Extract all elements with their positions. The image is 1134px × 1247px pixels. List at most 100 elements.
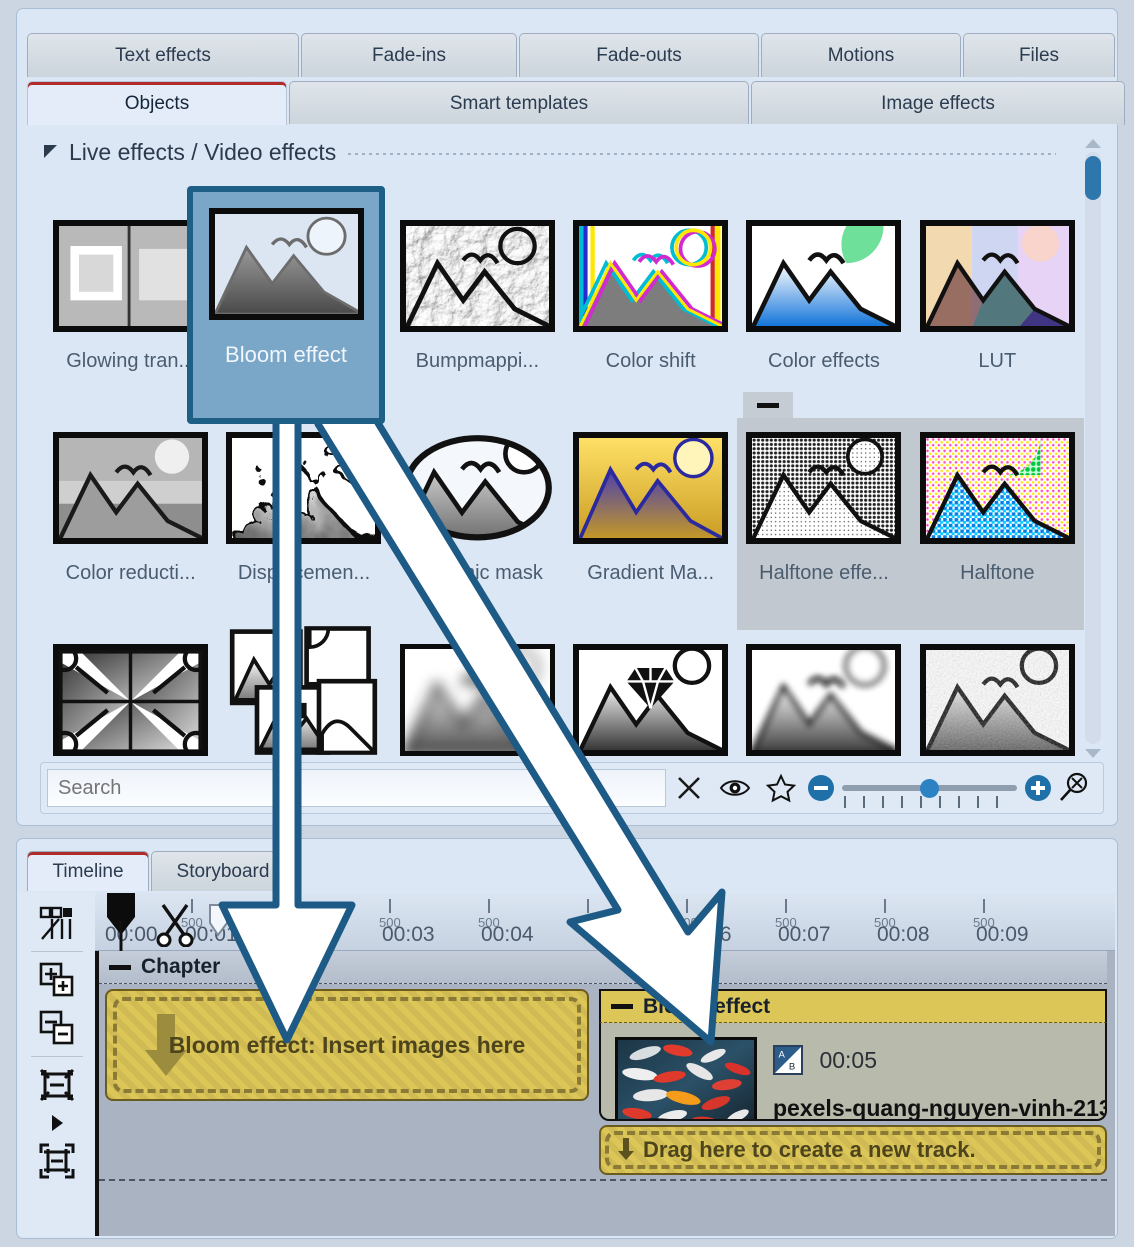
tab-fade-ins[interactable]: Fade-ins [301,33,517,77]
effect-item-lut[interactable]: LUT [911,206,1084,418]
effect-item-gradient-map[interactable]: Gradient Ma... [564,418,737,630]
collapse-triangle-icon[interactable] [44,144,57,158]
timeline-clip[interactable]: A B 00:05 pexels-quang-nguyen-vinh-213 [599,1023,1107,1121]
effect-item-dynamic-mask[interactable]: Dynamic mask [391,418,564,630]
halftone-effect-thumb-icon [746,432,902,544]
tab-objects[interactable]: Objects [27,81,287,125]
scissors-icon[interactable] [153,899,197,947]
timeline-tab-row: Timeline Storyboard [27,851,295,891]
effect-label: Halftone effe... [759,562,889,584]
effect-thumb-wrap [746,418,902,558]
remove-track-icon[interactable] [32,1004,82,1052]
search-input[interactable] [47,769,666,807]
fit-all-icon[interactable] [32,1137,82,1185]
blur-thumb-icon [399,644,555,756]
effect-item-halftone-effect[interactable]: Halftone effe... [737,392,911,630]
effect-label: Color reducti... [65,562,196,584]
fit-height-icon[interactable] [32,1061,82,1109]
timeline-side-toolbar [19,893,95,1236]
zoom-slider[interactable] [842,775,1017,808]
tab-text-effects[interactable]: Text effects [27,33,299,77]
clip-filename: pexels-quang-nguyen-vinh-213 [773,1095,1107,1121]
effect-label: Color effects [768,350,880,372]
eye-icon[interactable] [712,766,758,810]
lut-thumb-icon [919,220,1075,332]
tab-storyboard[interactable]: Storyboard [151,851,295,891]
tab-image-effects[interactable]: Image effects [751,81,1125,125]
effect-thumb-wrap [919,630,1075,770]
color-effects-thumb-icon [746,220,902,332]
ruler-time-label: 00:09 [976,923,1029,946]
soft-glow-thumb-icon [746,644,902,756]
playhead-icon[interactable] [101,893,145,951]
scrollbar-track[interactable] [1085,152,1101,744]
trim-icon[interactable] [205,903,255,943]
dropzone-text: Drag here to create a new track. [643,1137,976,1162]
effect-thumb-wrap [399,206,555,346]
tab-label: Image effects [881,92,995,114]
effect-thumb-wrap [573,630,729,770]
plus-circle-icon[interactable] [1025,775,1051,801]
tab-files[interactable]: Files [963,33,1115,77]
expand-arrow-icon[interactable] [32,1109,82,1137]
timeline-main: 500 500 500 500 500 500 500 500 500 00:0… [95,893,1115,1236]
magnifier-reset-icon[interactable] [1051,766,1097,810]
collapse-minus-icon[interactable] [109,964,131,970]
clear-search-icon[interactable] [666,766,712,810]
dropzone-label: Bloom effect: Insert images here [168,1031,526,1058]
collapse-minus-icon[interactable] [743,392,794,418]
svg-text:A: A [778,1049,785,1060]
scrollbar-thumb[interactable] [1085,156,1101,200]
collapse-minus-icon[interactable] [611,1004,633,1009]
ruler-time-label: 00:04 [481,923,534,946]
chapter-label: Chapter [141,955,221,978]
dropzone-new-track[interactable]: Drag here to create a new track. [599,1125,1107,1175]
displacement-thumb-icon [226,432,382,544]
halftone-thumb-icon [919,432,1075,544]
effect-label: Dynamic mask [411,562,543,584]
ruler-subtick-label: 500 [577,915,599,930]
clip-duration: 00:05 [819,1046,878,1073]
effect-thumb-wrap [399,630,555,770]
ruler-time-label: 00:03 [382,923,435,946]
section-title: Live effects / Video effects [69,138,337,165]
ruler-time-label: 00:07 [778,923,831,946]
tab-smart-templates[interactable]: Smart templates [289,81,749,125]
effect-thumb-wrap [919,418,1075,558]
tab-fade-outs[interactable]: Fade-outs [519,33,759,77]
noise-thumb-icon [919,644,1075,756]
mode-toggle-icon[interactable] [32,899,82,947]
effect-item-halftone[interactable]: Halftone [910,418,1084,630]
effects-scrollbar[interactable] [1082,136,1104,760]
toolbar-divider [31,951,83,952]
scroll-down-arrow-icon[interactable] [1082,746,1104,760]
star-icon[interactable] [758,766,804,810]
scroll-up-arrow-icon[interactable] [1082,136,1104,150]
effect-item-color-effects[interactable]: Color effects [737,206,910,418]
effect-thumb-wrap [400,418,555,558]
dropzone-insert-images[interactable]: Bloom effect: Insert images here [105,989,589,1101]
mosaic-thumb-icon [226,626,381,756]
add-track-icon[interactable] [32,956,82,1004]
tab-motions[interactable]: Motions [761,33,961,77]
selected-effect-bloom-effect[interactable]: Bloom effect [187,186,385,424]
dynamic-mask-thumb-icon [400,432,555,544]
effect-thumb-wrap [919,206,1075,346]
section-header[interactable]: Live effects / Video effects [44,136,1056,168]
minus-circle-icon[interactable] [808,775,834,801]
tab-timeline[interactable]: Timeline [27,851,149,891]
effect-item-color-shift[interactable]: Color shift [564,206,737,418]
clip-thumbnail [615,1037,757,1119]
track-divider [99,1179,1107,1181]
effect-item-bumpmapping[interactable]: Bumpmappi... [391,206,564,418]
chapter-track-header[interactable]: Chapter [99,951,1107,984]
bloom-effect-thumb-icon [208,208,364,320]
effect-thumb-wrap [226,626,381,770]
effect-item-color-reduction[interactable]: Color reducti... [44,418,217,630]
effect-item-displacement[interactable]: Displacemen... [217,418,390,630]
effects-browser-panel: Text effects Fade-ins Fade-outs Motions … [16,8,1125,826]
track-header-bloom-effect[interactable]: Bloom effect [599,989,1107,1023]
timeline-ruler[interactable]: 500 500 500 500 500 500 500 500 500 00:0… [95,893,1115,951]
effect-thumb-wrap [226,418,382,558]
effect-thumb-wrap [53,206,209,346]
